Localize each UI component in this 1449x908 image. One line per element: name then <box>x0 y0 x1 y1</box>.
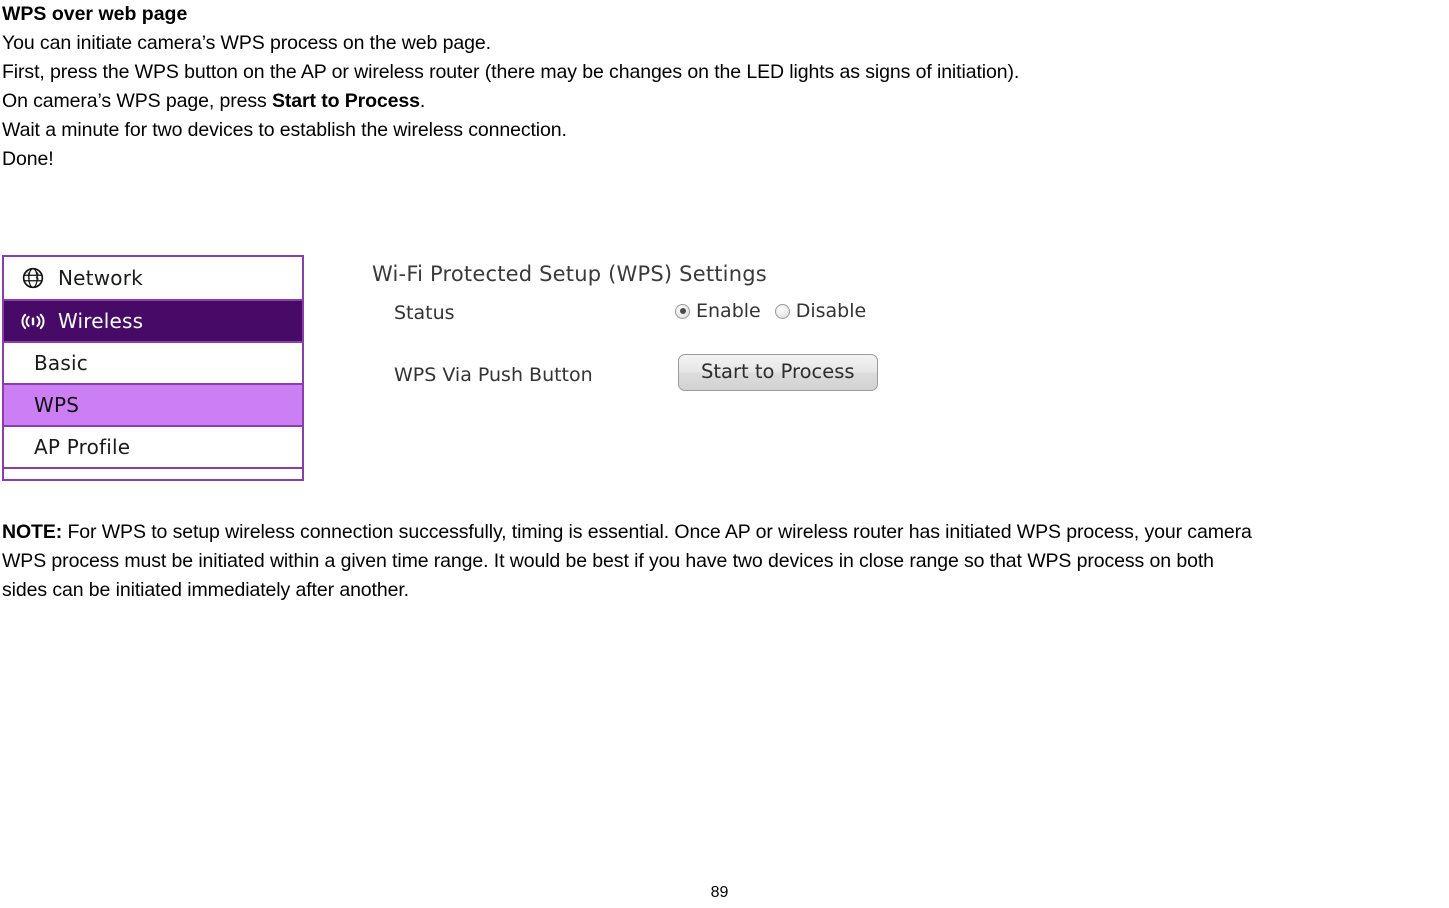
paragraph-5: Done! <box>2 148 54 170</box>
page-title: WPS over web page <box>2 3 188 25</box>
sidebar-item-wireless[interactable]: Wireless <box>4 301 302 343</box>
sidebar-item-label: AP Profile <box>34 435 131 459</box>
push-button-label: WPS Via Push Button <box>394 364 593 386</box>
radio-enable-label: Enable <box>696 300 761 322</box>
document-body: WPS over web page You can initiate camer… <box>0 0 1449 174</box>
radio-disable-indicator[interactable] <box>774 303 790 319</box>
wireless-icon <box>18 309 48 333</box>
paragraph-4: Wait a minute for two devices to establi… <box>2 119 567 141</box>
status-row: Status Enable Disable <box>372 298 912 332</box>
note-line-3: sides can be initiated immediately after… <box>2 579 409 601</box>
status-label: Status <box>394 302 455 324</box>
router-ui-screenshot: Network Wireless Basic WPS AP Profile Wi… <box>0 252 930 481</box>
panel-title: Wi-Fi Protected Setup (WPS) Settings <box>372 262 767 286</box>
note-line-1: NOTE: For WPS to setup wireless connecti… <box>0 518 1449 547</box>
status-radio-group: Enable Disable <box>675 300 866 322</box>
sidebar-item-truncated <box>4 469 302 479</box>
radio-disable[interactable]: Disable <box>774 300 867 322</box>
sidebar-item-label: Basic <box>34 351 88 375</box>
note-line-2: WPS process must be initiated within a g… <box>2 550 1214 572</box>
paragraph-2: First, press the WPS button on the AP or… <box>2 61 1020 83</box>
page-footer: 89 <box>0 884 1449 902</box>
note-label: NOTE: <box>2 521 63 543</box>
sidebar-item-ap-profile[interactable]: AP Profile <box>4 427 302 469</box>
paragraph-3-post: . <box>419 90 426 112</box>
paragraph-3-bold: Start to Process <box>271 90 420 112</box>
sidebar-item-label: WPS <box>34 393 80 417</box>
sidebar-item-label: Wireless <box>58 309 144 333</box>
sidebar-item-basic[interactable]: Basic <box>4 343 302 385</box>
globe-icon <box>18 266 48 290</box>
page-number: 89 <box>710 884 729 901</box>
start-to-process-button[interactable]: Start to Process <box>678 354 878 391</box>
radio-disable-label: Disable <box>795 300 867 322</box>
sidebar-item-label: Network <box>58 266 143 290</box>
paragraph-1: You can initiate camera’s WPS process on… <box>2 32 491 54</box>
sidebar-item-wps[interactable]: WPS <box>4 385 302 427</box>
push-button-row: WPS Via Push Button Start to Process <box>372 354 912 400</box>
note-block: NOTE: For WPS to setup wireless connecti… <box>0 518 1449 605</box>
note-line-1-text: For WPS to setup wireless connection suc… <box>62 521 1252 543</box>
wps-settings-panel: Wi-Fi Protected Setup (WPS) Settings Sta… <box>372 252 912 400</box>
radio-enable[interactable]: Enable <box>675 300 761 322</box>
sidebar-item-network[interactable]: Network <box>4 257 302 301</box>
router-sidebar: Network Wireless Basic WPS AP Profile <box>2 255 304 481</box>
radio-enable-indicator[interactable] <box>675 303 690 319</box>
paragraph-3: On camera’s WPS page, press Start to Pro… <box>0 87 1449 116</box>
paragraph-3-pre: On camera’s WPS page, press <box>2 90 272 112</box>
